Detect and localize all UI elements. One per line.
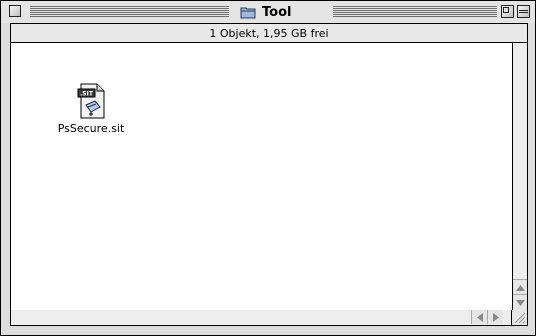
scroll-left-button[interactable] (471, 310, 487, 324)
title-bar-stripes-right (333, 6, 497, 17)
file-item[interactable]: .SIT PsSecure.sit (41, 83, 141, 143)
scroll-up-button[interactable] (513, 279, 527, 295)
file-type-badge: .SIT (80, 91, 94, 98)
window-frame-bottom (1, 326, 535, 335)
collapse-box-icon[interactable] (517, 5, 530, 18)
arrow-down-icon (515, 299, 525, 306)
resize-grip[interactable] (512, 310, 528, 326)
zoom-box-icon[interactable] (501, 5, 514, 18)
scroll-right-button[interactable] (487, 310, 503, 324)
finder-window: Tool 1 Objekt, 1,95 GB frei .SIT PsSecur… (0, 0, 536, 336)
title-bar[interactable]: Tool (1, 1, 535, 23)
resize-grip-icon (514, 312, 526, 324)
window-title: Tool (262, 4, 292, 20)
arrow-up-icon (515, 284, 525, 291)
file-name[interactable]: PsSecure.sit (41, 122, 141, 135)
window-title-group: Tool (237, 3, 295, 21)
status-text: 1 Objekt, 1,95 GB frei (209, 26, 329, 40)
folder-icon (240, 7, 256, 18)
title-bar-stripes-left (30, 6, 229, 17)
stuffit-archive-icon[interactable]: .SIT (77, 83, 107, 119)
horizontal-scrollbar[interactable] (10, 310, 512, 326)
arrow-left-icon (476, 312, 483, 322)
folder-content[interactable]: .SIT PsSecure.sit (10, 43, 513, 311)
scroll-down-button[interactable] (513, 294, 527, 310)
arrow-right-icon (492, 312, 499, 322)
vertical-scrollbar[interactable] (512, 43, 528, 310)
status-bar: 1 Objekt, 1,95 GB frei (10, 23, 528, 43)
close-box-icon[interactable] (9, 5, 21, 17)
